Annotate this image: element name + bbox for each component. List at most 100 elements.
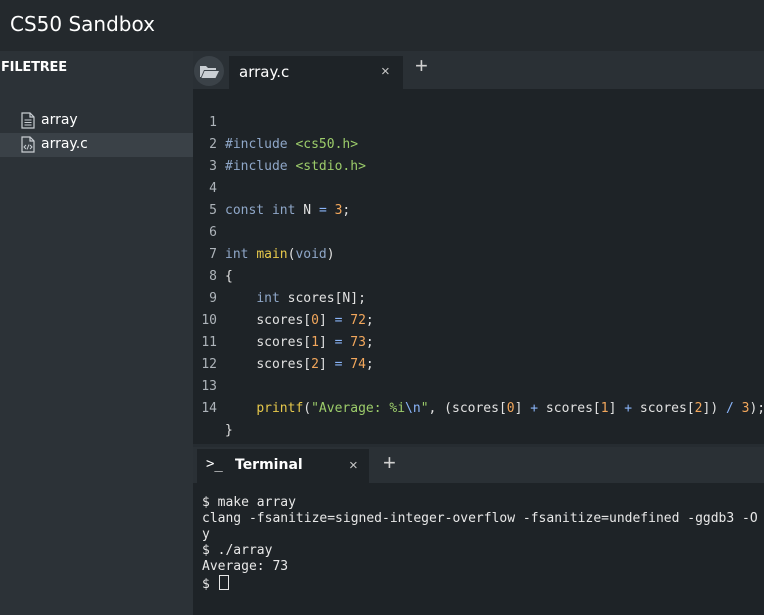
code-token: 1 bbox=[600, 401, 609, 416]
terminal-tab-label: Terminal bbox=[235, 457, 303, 473]
code-line: 9 scores[0] = 72; bbox=[193, 266, 374, 328]
code-token: ; bbox=[365, 313, 374, 328]
code-token: scores[ bbox=[256, 335, 312, 350]
code-token: 74 bbox=[350, 357, 366, 372]
code-token: void bbox=[295, 247, 327, 262]
code-token: scores[N]; bbox=[287, 291, 366, 306]
code-token: 2 bbox=[311, 357, 319, 372]
terminal-line: clang -fsanitize=signed-integer-overflow… bbox=[202, 511, 758, 526]
code-token: int bbox=[225, 247, 249, 262]
code-token: "Average: %i bbox=[311, 401, 406, 416]
filetree-header: FILETREE bbox=[1, 60, 67, 75]
file-label: array bbox=[41, 112, 78, 128]
code-token: 1 bbox=[311, 335, 319, 350]
code-editor[interactable]: 1 #include <cs50.h> 2 #include <stdio.h>… bbox=[193, 89, 764, 444]
code-token: int bbox=[271, 203, 296, 218]
code-token: ] bbox=[318, 335, 335, 350]
code-line: 6 int main(void) bbox=[193, 200, 334, 262]
editor-tab-bar: array.c × + bbox=[193, 51, 764, 89]
code-line: 7 { bbox=[193, 222, 233, 284]
code-line: 14 } bbox=[193, 376, 232, 438]
terminal-tab[interactable]: >_ Terminal × bbox=[197, 449, 369, 483]
code-token: = bbox=[334, 335, 343, 350]
code-token: ); bbox=[749, 401, 764, 416]
text-file-icon bbox=[21, 112, 35, 129]
code-line: 1 #include <cs50.h> bbox=[193, 90, 358, 152]
code-token: #include bbox=[225, 159, 288, 174]
code-token: const bbox=[225, 203, 265, 218]
code-token: ] bbox=[318, 357, 335, 372]
code-token: 0 bbox=[506, 401, 515, 416]
terminal-tab-bar: >_ Terminal × + bbox=[193, 447, 764, 483]
code-token: 72 bbox=[350, 313, 366, 328]
code-token: scores[ bbox=[632, 401, 695, 416]
code-token: ; bbox=[365, 335, 374, 350]
code-line: 3 bbox=[193, 134, 224, 174]
code-token: ]) bbox=[702, 401, 726, 416]
code-line: 10 scores[1] = 73; bbox=[193, 288, 373, 350]
code-token: / bbox=[725, 401, 734, 416]
folder-open-icon bbox=[200, 66, 219, 78]
file-item-array[interactable]: array bbox=[0, 109, 193, 133]
tab-label: array.c bbox=[239, 63, 290, 81]
code-token: , (scores[ bbox=[428, 401, 507, 416]
code-token: printf bbox=[256, 401, 304, 416]
code-token: ] bbox=[318, 313, 335, 328]
app-title: CS50 Sandbox bbox=[10, 12, 155, 36]
code-token: <stdio.h> bbox=[295, 159, 366, 174]
code-token: <cs50.h> bbox=[295, 137, 359, 152]
terminal-close-icon[interactable]: × bbox=[349, 457, 358, 474]
code-token: ] bbox=[514, 401, 531, 416]
file-tree-sidebar: FILETREE array array.c bbox=[0, 51, 193, 615]
code-token: = bbox=[318, 203, 327, 218]
code-token: ; bbox=[365, 357, 374, 372]
terminal-line: y bbox=[202, 527, 210, 542]
file-item-array-c[interactable]: array.c bbox=[0, 133, 193, 157]
terminal-line: Average: 73 bbox=[202, 559, 289, 574]
code-token: { bbox=[225, 269, 233, 284]
code-file-icon bbox=[21, 136, 35, 153]
code-line: 4 const int N = 3; bbox=[193, 156, 350, 218]
title-bar: CS50 Sandbox bbox=[0, 0, 764, 51]
add-terminal-button[interactable]: + bbox=[383, 452, 396, 474]
code-token: + bbox=[624, 401, 633, 416]
code-token: = bbox=[334, 357, 343, 372]
code-token: scores[ bbox=[538, 401, 601, 416]
code-token: #include bbox=[225, 137, 288, 152]
code-token: 0 bbox=[311, 313, 319, 328]
code-token: " bbox=[420, 401, 429, 416]
folder-button[interactable] bbox=[194, 56, 224, 86]
file-label: array.c bbox=[41, 136, 88, 152]
code-line: 11 scores[2] = 74; bbox=[193, 310, 373, 372]
terminal-output[interactable]: $ make array clang -fsanitize=signed-int… bbox=[193, 483, 764, 615]
code-token: ; bbox=[342, 203, 351, 218]
code-line: 5 bbox=[193, 178, 224, 218]
add-tab-button[interactable]: + bbox=[415, 55, 428, 77]
line-number: 14 bbox=[201, 401, 217, 416]
terminal-line: $ make array bbox=[202, 495, 296, 510]
terminal-prompt-line[interactable]: $ bbox=[202, 575, 229, 592]
code-line: 8 int scores[N]; bbox=[193, 244, 366, 306]
code-line: 2 #include <stdio.h> bbox=[193, 112, 366, 174]
code-token: } bbox=[225, 423, 233, 438]
code-token: scores[ bbox=[256, 313, 312, 328]
code-line: 13 printf("Average: %i\n", (scores[0] + … bbox=[193, 354, 764, 416]
terminal-cursor bbox=[218, 575, 229, 590]
code-token: int bbox=[256, 291, 280, 306]
code-token: main bbox=[256, 247, 288, 262]
code-token: ] bbox=[608, 401, 625, 416]
code-token: 2 bbox=[694, 401, 703, 416]
tab-close-icon[interactable]: × bbox=[381, 63, 390, 80]
editor-tab-array-c[interactable]: array.c × bbox=[229, 56, 403, 89]
code-token: ) bbox=[326, 247, 335, 262]
terminal-icon: >_ bbox=[206, 456, 223, 472]
code-token: ( bbox=[303, 401, 312, 416]
code-token: 73 bbox=[350, 335, 366, 350]
terminal-prompt: $ bbox=[202, 577, 218, 592]
